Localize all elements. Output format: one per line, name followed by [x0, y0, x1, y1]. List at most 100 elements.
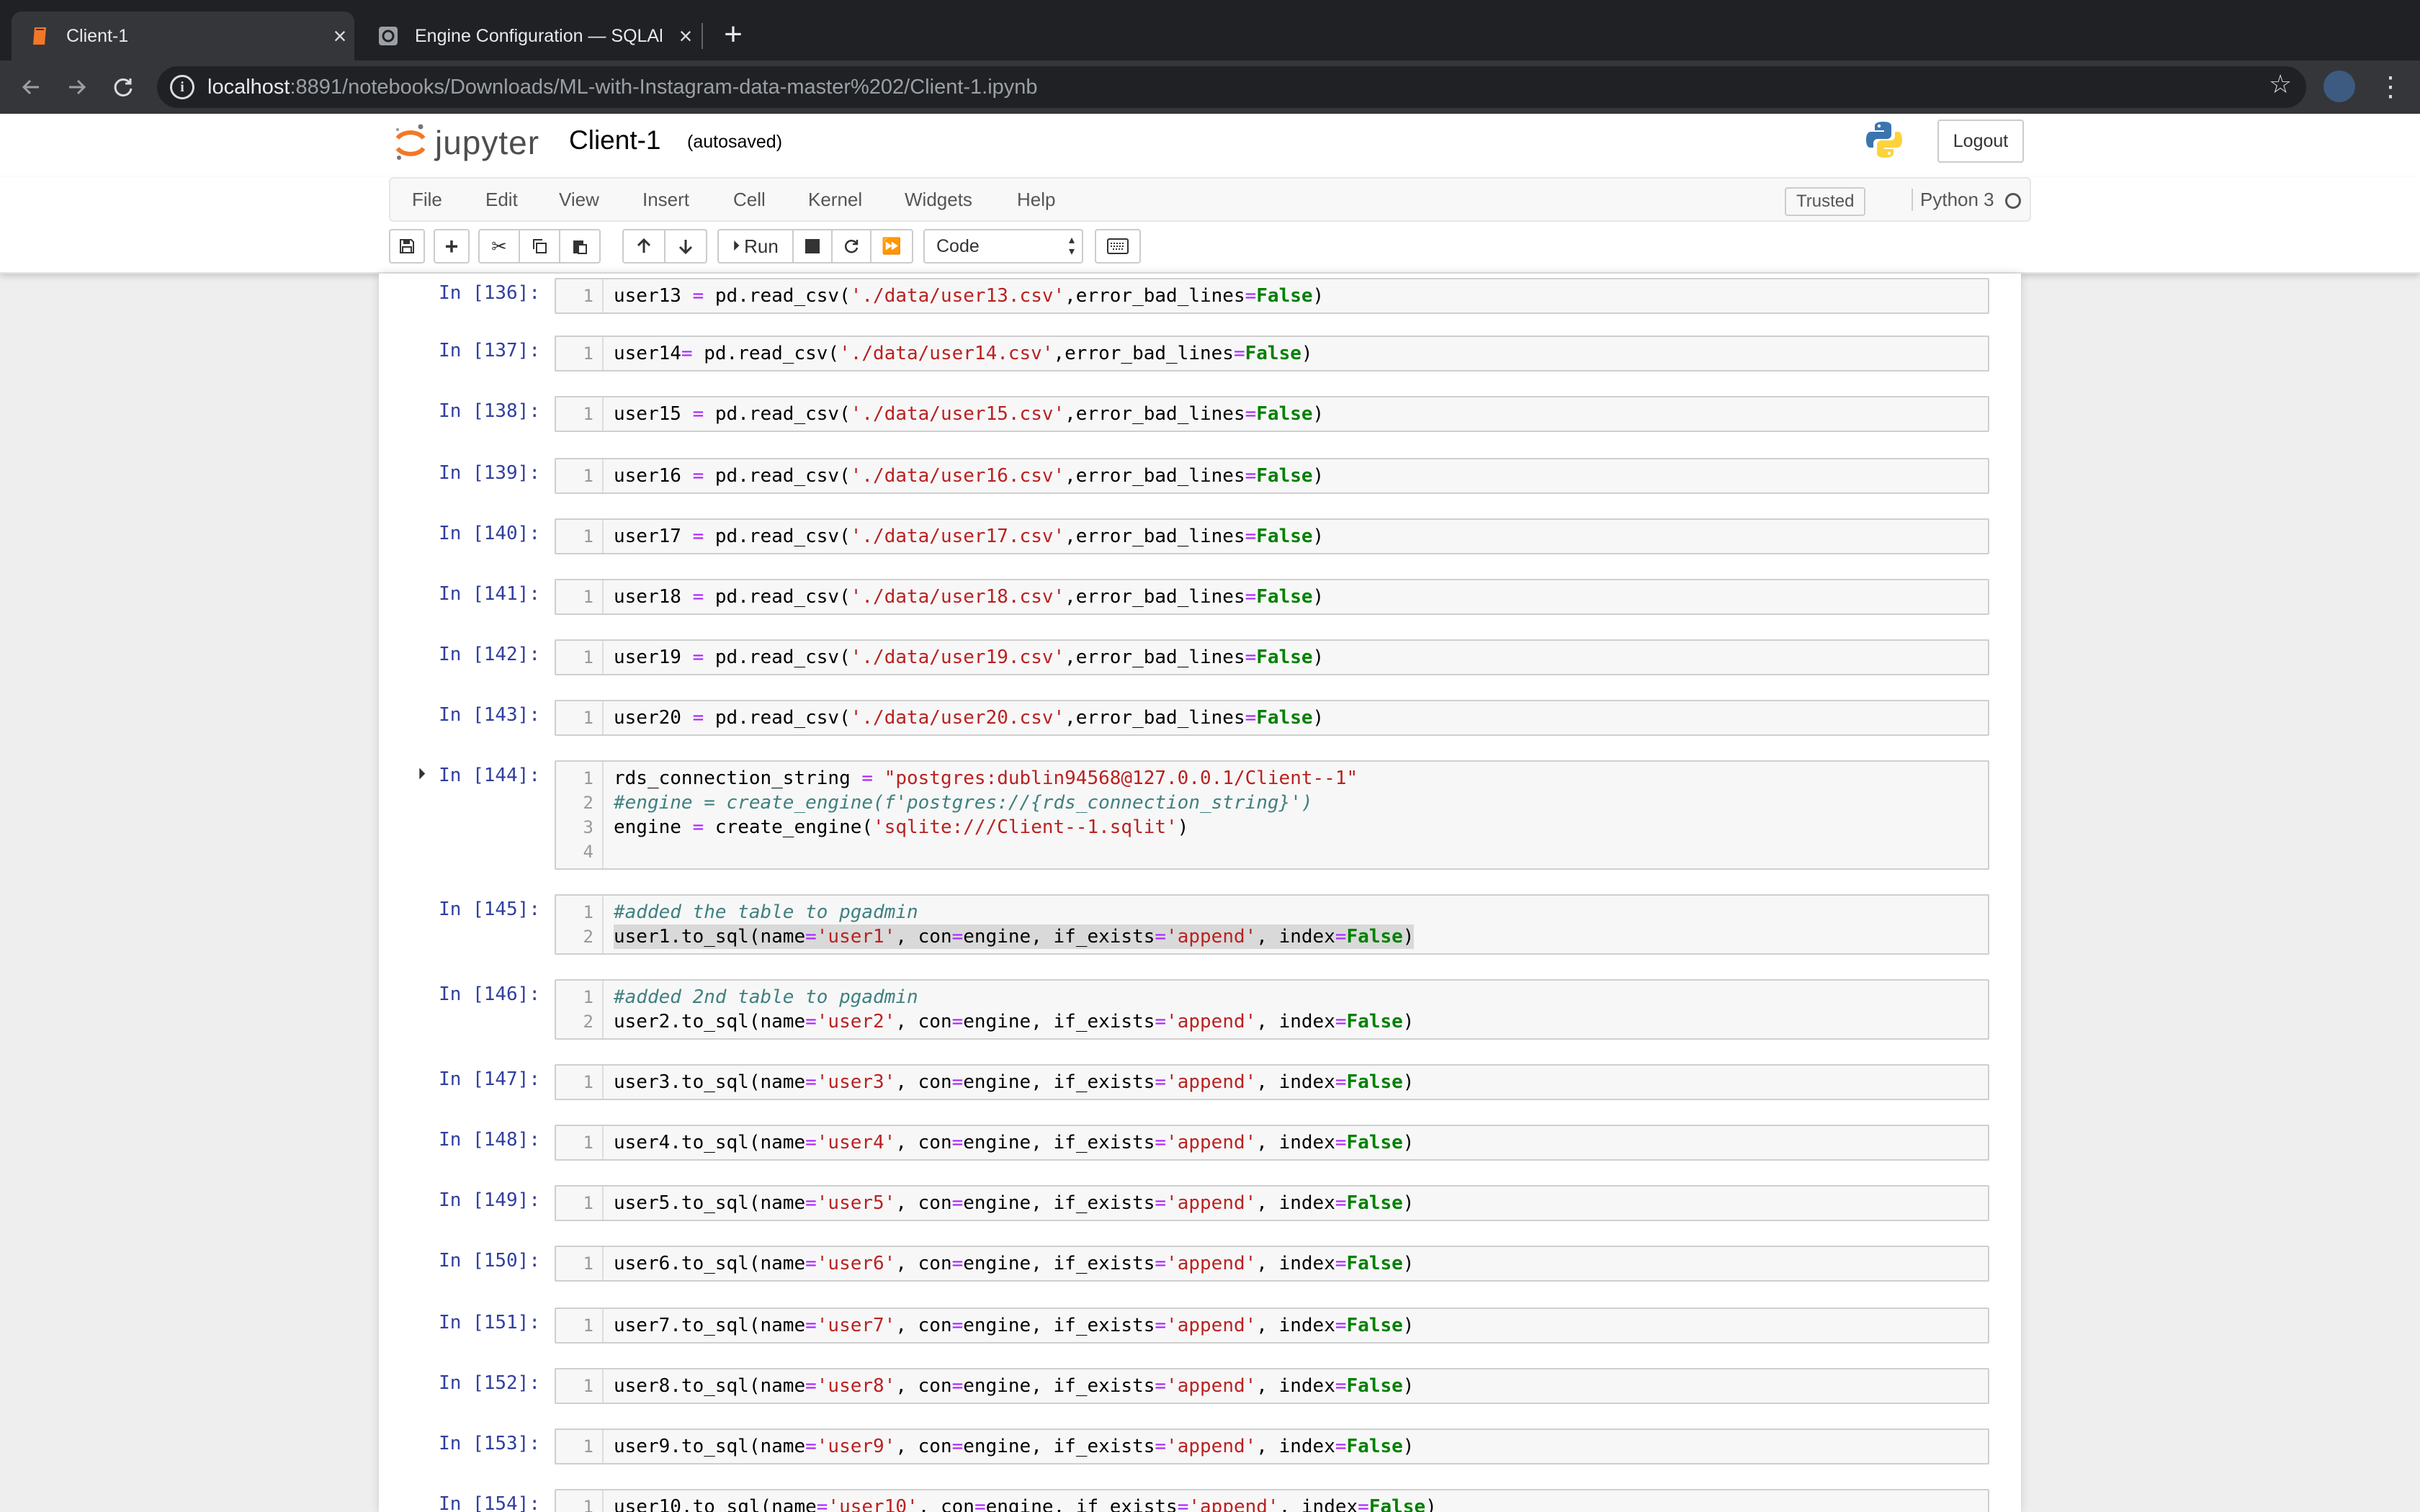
menu-edit[interactable]: Edit	[485, 189, 518, 211]
input-prompt: In [152]:	[439, 1372, 540, 1394]
code-text: user19 = pd.read_csv('./data/user19.csv'…	[614, 647, 1325, 668]
browser-tab-engine-configuration[interactable]: Engine Configuration — SQLAl ×	[360, 12, 700, 60]
notebook-favicon-icon	[29, 25, 50, 47]
code-line: 1 user8.to_sql(name='user8', con=engine, …	[556, 1374, 1988, 1398]
logout-button[interactable]: Logout	[1937, 120, 2024, 163]
code-editor[interactable]: 1 user7.to_sql(name='user7', con=engine, …	[555, 1308, 1989, 1344]
code-editor[interactable]: 1 #added the table to pgadmin 2 user1.to_sq…	[555, 894, 1989, 955]
code-editor[interactable]: 1 user16 = pd.read_csv('./data/user16.csv…	[555, 458, 1989, 494]
code-editor[interactable]: 1 user4.to_sql(name='user4', con=engine, …	[555, 1125, 1989, 1161]
code-line: 3 engine = create_engine('sqlite:///Clien…	[556, 815, 1988, 840]
code-text: user14= pd.read_csv('./data/user14.csv',…	[614, 343, 1313, 364]
notebook-container: In [136]: 1 user13 = pd.read_csv('./data/u…	[379, 274, 2021, 1512]
step-forward-icon: ⏵	[732, 238, 740, 254]
code-editor[interactable]: 1 user17 = pd.read_csv('./data/user17.csv…	[555, 518, 1989, 554]
arrow-up-icon	[637, 238, 651, 253]
menu-insert[interactable]: Insert	[642, 189, 689, 211]
run-button[interactable]: ⏵ Run	[717, 229, 794, 264]
python-logo-icon	[1866, 122, 1902, 158]
menu-cell[interactable]: Cell	[733, 189, 766, 211]
kernel-name: Python 3	[1912, 189, 1994, 211]
url-path: :8891/notebooks/Downloads/ML-with-Instag…	[290, 75, 1038, 99]
code-editor[interactable]: 1 #added 2nd table to pgadmin 2 user2.to_sq…	[555, 979, 1989, 1040]
code-text: user5.to_sql(name='user5', con=engine, i…	[614, 1192, 1415, 1214]
forward-arrow-icon[interactable]	[60, 71, 94, 104]
code-editor[interactable]: 1 user5.to_sql(name='user5', con=engine, …	[555, 1185, 1989, 1221]
code-editor[interactable]: 1 user10.to_sql(name='user10', con=engine…	[555, 1489, 1989, 1512]
line-number: 1	[583, 286, 593, 306]
menubar: File Edit View Insert Cell Kernel Widget…	[389, 177, 2031, 222]
running-cell-indicator-icon: ⏵	[418, 765, 426, 783]
code-editor[interactable]: 1 user18 = pd.read_csv('./data/user18.csv…	[555, 579, 1989, 615]
line-number: 1	[583, 902, 593, 922]
code-line: 1 user9.to_sql(name='user9', con=engine, …	[556, 1434, 1988, 1459]
line-number: 1	[583, 1133, 593, 1153]
line-number: 1	[583, 1315, 593, 1336]
code-editor[interactable]: 1 user19 = pd.read_csv('./data/user19.csv…	[555, 639, 1989, 675]
profile-avatar[interactable]	[2323, 71, 2355, 102]
line-number: 1	[583, 768, 593, 788]
cell-type-select[interactable]: Code ▴ ▾	[923, 229, 1083, 264]
input-prompt: In [141]:	[439, 583, 540, 605]
code-editor[interactable]: 1 user13 = pd.read_csv('./data/user13.csv…	[555, 278, 1989, 314]
restart-button[interactable]	[831, 229, 871, 264]
line-number: 1	[583, 587, 593, 607]
browser-tab-client-1[interactable]: Client-1 ×	[12, 12, 354, 60]
move-up-button[interactable]	[622, 229, 666, 264]
autosave-status: (autosaved)	[687, 132, 783, 152]
close-tab-icon[interactable]: ×	[326, 23, 354, 50]
trusted-indicator[interactable]: Trusted	[1785, 187, 1866, 216]
input-prompt: In [153]:	[439, 1433, 540, 1454]
new-tab-icon[interactable]: +	[716, 13, 750, 56]
info-icon[interactable]: i	[170, 75, 194, 99]
menu-view[interactable]: View	[559, 189, 599, 211]
paste-button[interactable]	[559, 229, 601, 264]
cut-button[interactable]: ✂	[478, 229, 520, 264]
notebook-name[interactable]: Client-1	[569, 125, 661, 156]
code-editor[interactable]: 1 user3.to_sql(name='user3', con=engine, …	[555, 1064, 1989, 1100]
jupyter-logo[interactable]: jupyter	[393, 122, 539, 163]
input-prompt: In [140]:	[439, 523, 540, 544]
menu-help[interactable]: Help	[1017, 189, 1055, 211]
move-down-button[interactable]	[664, 229, 707, 264]
interrupt-button[interactable]	[792, 229, 833, 264]
close-tab-icon[interactable]: ×	[671, 23, 700, 50]
code-editor[interactable]: 1 user9.to_sql(name='user9', con=engine, …	[555, 1428, 1989, 1464]
code-text: user1.to_sql(name='user1', con=engine, i…	[614, 924, 1415, 949]
command-palette-button[interactable]	[1095, 229, 1141, 264]
code-text: user9.to_sql(name='user9', con=engine, i…	[614, 1436, 1415, 1457]
restart-run-all-button[interactable]: ⏩	[870, 229, 913, 264]
select-arrows-icon: ▴ ▾	[1068, 234, 1075, 258]
menu-kernel[interactable]: Kernel	[808, 189, 862, 211]
code-editor[interactable]: 1 user6.to_sql(name='user6', con=engine, …	[555, 1246, 1989, 1282]
line-number: 4	[583, 842, 593, 862]
code-editor[interactable]: 1 user15 = pd.read_csv('./data/user15.csv…	[555, 396, 1989, 432]
insert-cell-button[interactable]: +	[434, 229, 470, 264]
arrow-down-icon	[678, 240, 693, 255]
code-editor[interactable]: 1 user14= pd.read_csv('./data/user14.csv'…	[555, 336, 1989, 372]
code-editor[interactable]: 1 user8.to_sql(name='user8', con=engine, …	[555, 1368, 1989, 1404]
code-editor[interactable]: 1 user20 = pd.read_csv('./data/user20.csv…	[555, 700, 1989, 736]
line-number: 1	[583, 1254, 593, 1274]
browser-menu-icon[interactable]: ⋮	[2377, 68, 2404, 107]
copy-icon	[533, 239, 547, 253]
line-number: 1	[583, 1376, 593, 1396]
menu-widgets[interactable]: Widgets	[905, 189, 972, 211]
code-line: 1 #added 2nd table to pgadmin	[556, 985, 1988, 1009]
code-text: user15 = pd.read_csv('./data/user15.csv'…	[614, 403, 1325, 425]
line-number: 3	[583, 817, 593, 837]
line-number: 2	[583, 927, 593, 947]
input-prompt: In [150]:	[439, 1250, 540, 1272]
copy-button[interactable]	[519, 229, 560, 264]
bookmark-star-icon[interactable]: ☆	[2269, 69, 2292, 99]
code-editor[interactable]: 1 rds_connection_string = "postgres:dubli…	[555, 760, 1989, 870]
line-number: 2	[583, 1012, 593, 1032]
address-bar[interactable]: i localhost :8891/notebooks/Downloads/ML…	[157, 66, 2306, 108]
back-arrow-icon[interactable]	[14, 71, 48, 104]
input-prompt: In [143]:	[439, 704, 540, 726]
menu-file[interactable]: File	[412, 189, 442, 211]
jupyter-wordmark: jupyter	[435, 124, 540, 161]
code-line: 1 user5.to_sql(name='user5', con=engine, …	[556, 1191, 1988, 1215]
save-button[interactable]	[389, 229, 425, 264]
reload-icon[interactable]	[107, 71, 140, 104]
